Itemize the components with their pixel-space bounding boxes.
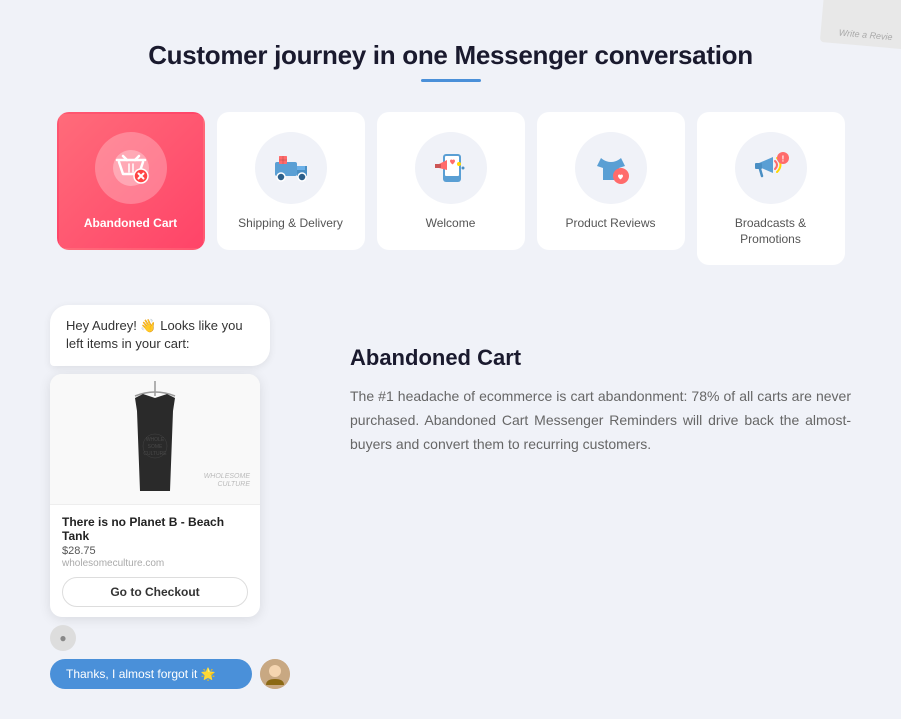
card-welcome[interactable]: Welcome bbox=[377, 112, 525, 250]
card-label-reviews: Product Reviews bbox=[565, 216, 655, 232]
corner-paper-decoration: Write a Revie bbox=[820, 0, 901, 50]
brand-watermark: WHOLESOMECULTURE bbox=[204, 473, 250, 490]
corner-text: Write a Revie bbox=[838, 28, 893, 43]
card-broadcasts-promotions[interactable]: ! Broadcasts & Promotions bbox=[697, 112, 845, 265]
chat-mockup: Hey Audrey! 👋 Looks like you left items … bbox=[50, 305, 290, 688]
welcome-icon bbox=[429, 146, 473, 190]
chat-card-image: WHOLE SOME CULTURE WHOLESOMECULTURE bbox=[50, 374, 260, 504]
page-title: Customer journey in one Messenger conver… bbox=[30, 40, 871, 71]
chat-mic-button[interactable]: ● bbox=[50, 625, 76, 651]
title-underline bbox=[421, 79, 481, 82]
tank-top-illustration: WHOLE SOME CULTURE bbox=[105, 376, 205, 501]
chat-card-url: wholesomeculture.com bbox=[62, 558, 248, 569]
mic-icon: ● bbox=[59, 631, 66, 645]
detail-title: Abandoned Cart bbox=[350, 345, 851, 371]
user-avatar bbox=[260, 659, 290, 689]
card-label-abandoned-cart: Abandoned Cart bbox=[84, 216, 177, 232]
chat-card-body: There is no Planet B - Beach Tank $28.75… bbox=[50, 504, 260, 617]
card-icon-wrap-reviews bbox=[575, 132, 647, 204]
card-shipping-delivery[interactable]: Shipping & Delivery bbox=[217, 112, 365, 250]
svg-text:CULTURE: CULTURE bbox=[143, 451, 167, 457]
chat-card-price: $28.75 bbox=[62, 545, 248, 557]
svg-text:SOME: SOME bbox=[148, 444, 163, 450]
page-wrapper: Write a Revie Customer journey in one Me… bbox=[0, 0, 901, 719]
bottom-area: Hey Audrey! 👋 Looks like you left items … bbox=[30, 305, 871, 688]
chat-product-card: WHOLE SOME CULTURE WHOLESOMECULTURE Ther… bbox=[50, 374, 260, 617]
card-label-shipping: Shipping & Delivery bbox=[238, 216, 343, 232]
chat-card-product-title: There is no Planet B - Beach Tank bbox=[62, 515, 248, 543]
shipping-icon bbox=[269, 146, 313, 190]
card-label-broadcasts: Broadcasts & Promotions bbox=[711, 216, 831, 247]
svg-text:!: ! bbox=[781, 155, 784, 164]
svg-text:WHOLE: WHOLE bbox=[146, 437, 165, 443]
card-icon-wrap-broadcasts: ! bbox=[735, 132, 807, 204]
card-icon-wrap-welcome bbox=[415, 132, 487, 204]
chat-bubble-top: Hey Audrey! 👋 Looks like you left items … bbox=[50, 305, 270, 365]
chat-reply-bubble: Thanks, I almost forgot it 🌟 bbox=[50, 659, 252, 689]
product-reviews-icon bbox=[589, 146, 633, 190]
broadcasts-icon: ! bbox=[749, 146, 793, 190]
card-icon-wrap-shipping bbox=[255, 132, 327, 204]
chat-reply-row: Thanks, I almost forgot it 🌟 bbox=[50, 659, 290, 689]
detail-description: The #1 headache of ecommerce is cart aba… bbox=[350, 385, 851, 456]
go-to-checkout-button[interactable]: Go to Checkout bbox=[62, 577, 248, 607]
cards-row: Abandoned Cart bbox=[30, 112, 871, 265]
right-text-area: Abandoned Cart The #1 headache of ecomme… bbox=[350, 305, 851, 456]
abandoned-cart-icon bbox=[109, 146, 153, 190]
card-label-welcome: Welcome bbox=[426, 216, 476, 232]
card-icon-wrap-abandoned-cart bbox=[95, 132, 167, 204]
chat-bubble-text: Hey Audrey! 👋 Looks like you left items … bbox=[66, 318, 243, 351]
card-product-reviews[interactable]: Product Reviews bbox=[537, 112, 685, 250]
card-abandoned-cart[interactable]: Abandoned Cart bbox=[57, 112, 205, 250]
chat-reply-text: Thanks, I almost forgot it 🌟 bbox=[66, 667, 216, 681]
